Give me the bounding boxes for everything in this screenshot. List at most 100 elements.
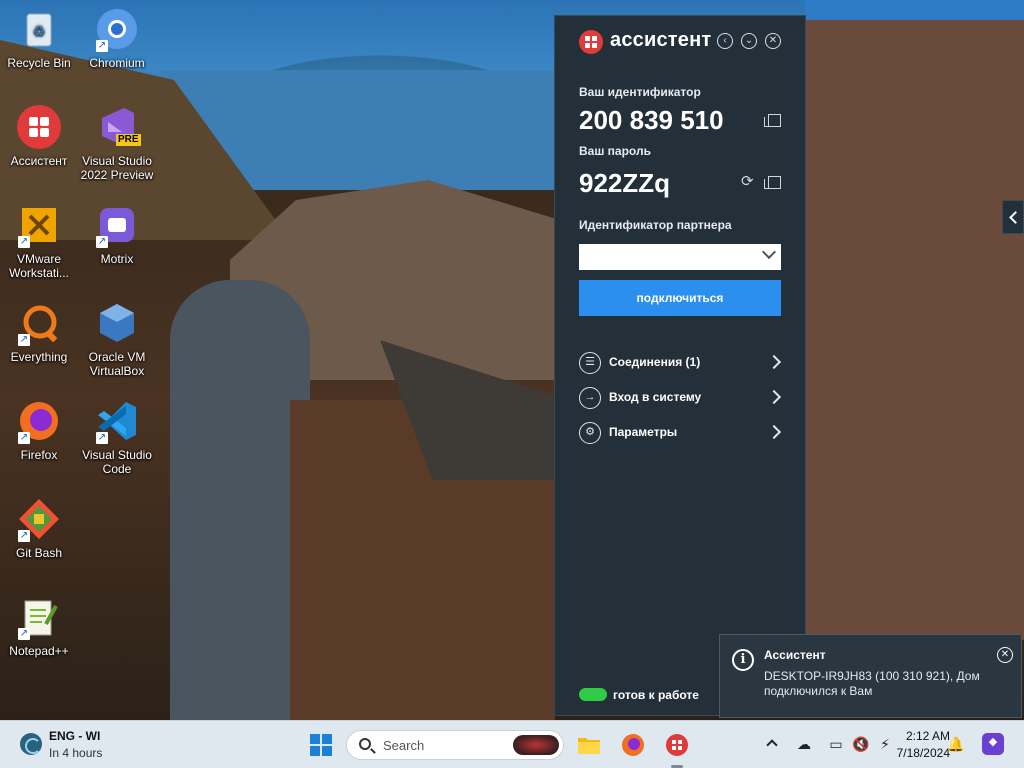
virtualbox-icon [94,300,140,346]
start-button[interactable] [310,734,332,756]
menu-item-login[interactable]: → Вход в систему [579,385,782,411]
git-bash-icon: ↗ [16,496,62,542]
desktop-icon-label: Recycle Bin [7,56,71,70]
desktop-icon-visual-studio-preview[interactable]: PRE Visual Studio 2022 Preview [78,104,156,182]
close-icon[interactable]: ✕ [765,33,781,49]
wallpaper-houses-right [805,20,1024,640]
shortcut-arrow-icon: ↗ [18,530,30,542]
volume-muted-icon[interactable]: 🔇 [852,735,870,753]
window-title: ассистент [610,29,712,51]
desktop-icon-label: VMware Workstati... [9,252,69,280]
windows-logo-icon [322,734,332,744]
visual-studio-preview-icon: PRE [94,104,141,150]
vscode-icon: ↗ [94,398,140,444]
motrix-icon: ↗ [94,202,140,248]
desktop-icon-motrix[interactable]: ↗ Motrix [78,202,156,266]
desktop-icon-label: Everything [10,350,68,364]
svg-text:♻: ♻ [33,24,46,40]
clock-date[interactable]: 7/18/2024 [874,746,950,760]
desktop-icon-firefox[interactable]: ↗ Firefox [0,398,78,462]
refresh-password-icon[interactable]: ⟳ [741,174,755,189]
notification-title: Ассистент [764,648,826,662]
status-indicator [579,688,607,701]
desktop-icon-label: Chromium [89,56,145,70]
shortcut-arrow-icon: ↗ [18,236,30,248]
notepad-plus-plus-icon: ↗ [16,594,62,640]
desktop-icon-virtualbox[interactable]: Oracle VM VirtualBox [78,300,156,378]
desktop-icon-label: Visual Studio 2022 Preview [80,154,154,182]
windows-logo-icon [310,734,320,744]
windows-logo-icon [322,746,332,756]
your-id-value: 200 839 510 [579,105,724,135]
copilot-icon[interactable]: ◆ [982,733,1004,755]
your-password-value: 922ZZq [579,168,671,198]
taskbar: ENG - WI In 4 hours Search ☁ ▭ 🔇 ⚡ 2:12 … [0,720,1024,768]
wallpaper-river [170,280,310,720]
firefox-icon: ↗ [16,398,62,444]
info-icon: i [732,649,754,671]
close-icon[interactable]: ✕ [997,647,1013,663]
minimize-chevron-icon[interactable]: ⌄ [741,33,757,49]
recycle-bin-icon: ♻ [16,6,62,52]
connect-button[interactable]: подключиться [579,280,781,316]
taskbar-search[interactable]: Search [346,730,564,760]
your-password-label: Ваш пароль [579,144,651,158]
copy-id-icon[interactable] [764,114,781,127]
network-monitor-icon[interactable]: ▭ [827,735,845,753]
desktop-icon-label: Motrix [100,252,134,266]
search-highlight-image [513,735,559,755]
desktop-icon-notepad-plus-plus[interactable]: ↗ Notepad++ [0,594,78,658]
notification-bell-icon[interactable]: 🔔 [947,735,965,753]
file-explorer-icon[interactable] [577,733,601,757]
firefox-taskbar-icon[interactable] [621,733,645,757]
status-text: готов к работе [613,688,699,702]
chevron-right-icon [766,424,782,440]
back-icon[interactable]: ‹ [717,33,733,49]
chevron-right-icon [766,354,782,370]
desktop-icon-chromium[interactable]: ↗ Chromium [78,6,156,70]
desktop-icon-vscode[interactable]: ↗ Visual Studio Code [78,398,156,476]
weather-icon[interactable] [20,733,42,755]
show-hidden-icons-chevron-icon[interactable] [766,739,778,751]
chromium-icon: ↗ [94,6,140,52]
shortcut-arrow-icon: ↗ [96,40,108,52]
menu-item-label: Соединения (1) [609,355,701,369]
menu-item-settings[interactable]: ⚙ Параметры [579,420,782,446]
preview-badge: PRE [116,134,141,146]
weather-title[interactable]: ENG - WI [49,729,100,743]
cloud-offline-icon[interactable]: ☁ [795,735,813,753]
copy-password-icon[interactable] [764,176,781,189]
menu-item-connections[interactable]: ☰ Соединения (1) [579,350,782,376]
assistant-window: ассистент ‹ ⌄ ✕ Ваш идентификатор 200 83… [554,15,806,716]
desktop-icon-everything[interactable]: ↗ Everything [0,300,78,364]
desktop-icon-label: Ассистент [10,154,68,168]
assistant-app-icon [16,104,62,150]
notification-toast[interactable]: i Ассистент DESKTOP-IR9JH83 (100 310 921… [719,634,1022,718]
notification-body: DESKTOP-IR9JH83 (100 310 921), Дом подкл… [764,669,980,698]
shortcut-arrow-icon: ↗ [18,432,30,444]
desktop-icon-recycle-bin[interactable]: ♻ Recycle Bin [0,6,78,70]
everything-search-icon: ↗ [16,300,62,346]
shortcut-arrow-icon: ↗ [18,628,30,640]
clock-time[interactable]: 2:12 AM [890,729,950,743]
search-placeholder: Search [383,738,425,753]
desktop-icon-vmware[interactable]: ↗ VMware Workstati... [0,202,78,280]
windows-logo-icon [310,746,320,756]
assistant-logo-icon [579,30,603,54]
shortcut-arrow-icon: ↗ [18,334,30,346]
side-panel-toggle[interactable] [1002,200,1024,234]
desktop-icon-git-bash[interactable]: ↗ Git Bash [0,496,78,560]
weather-subtitle[interactable]: In 4 hours [49,746,102,760]
your-id-label: Ваш идентификатор [579,85,701,99]
login-icon: → [579,387,601,409]
shortcut-arrow-icon: ↗ [96,432,108,444]
search-icon [359,738,371,750]
partner-id-label: Идентификатор партнера [579,218,732,232]
assistant-taskbar-icon[interactable] [665,733,689,757]
desktop-icon-label: Visual Studio Code [82,448,152,476]
partner-id-input[interactable] [579,244,781,270]
chevron-right-icon [766,389,782,405]
desktop-icon-assistant[interactable]: Ассистент [0,104,78,168]
vmware-icon: ↗ [16,202,62,248]
list-icon: ☰ [579,352,601,374]
